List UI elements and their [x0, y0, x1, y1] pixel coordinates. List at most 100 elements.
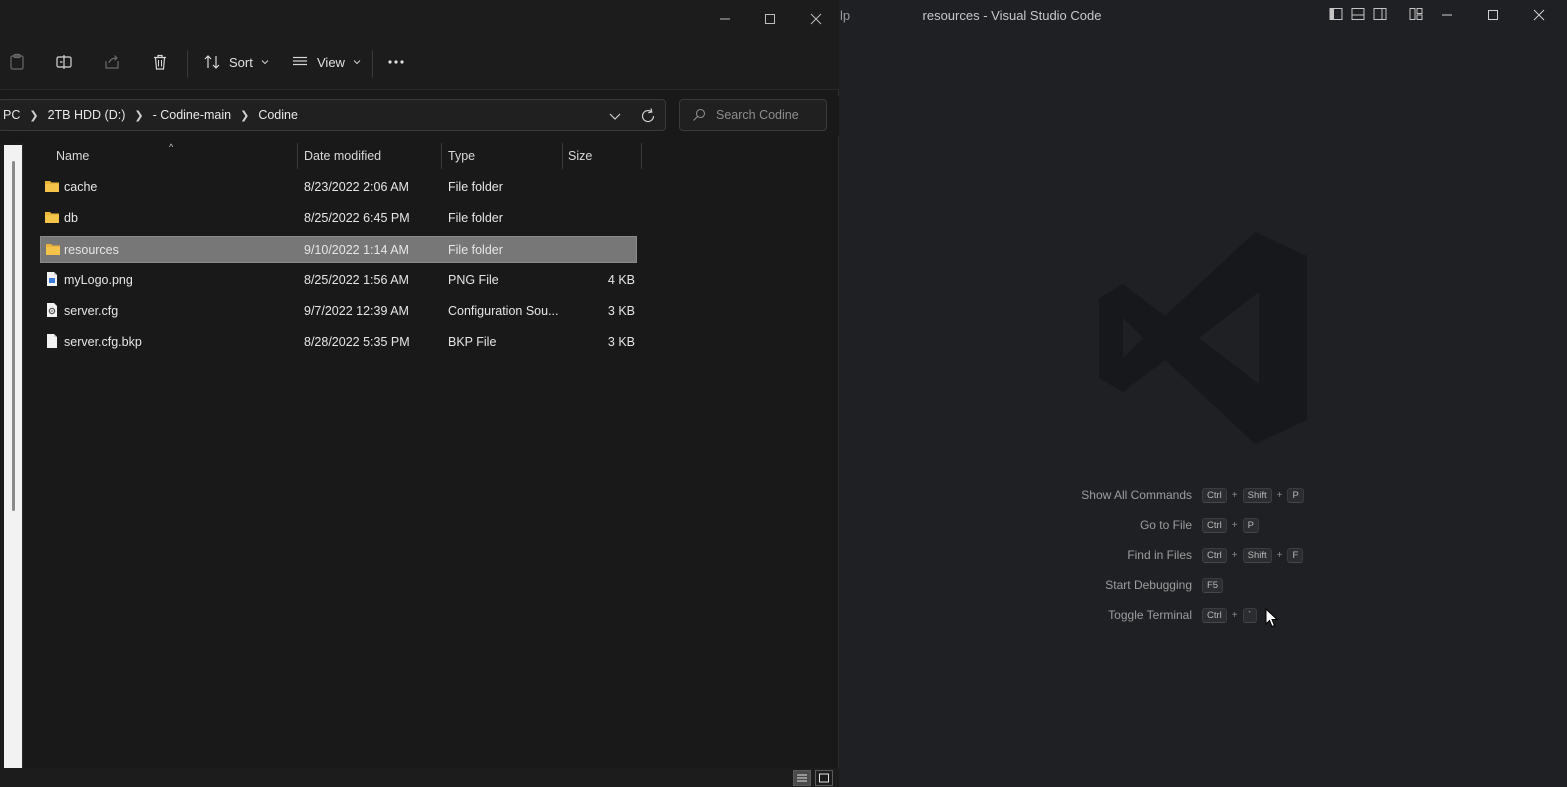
search-input[interactable]	[716, 108, 816, 122]
explorer-minimize-button[interactable]	[705, 6, 745, 32]
breadcrumb-drive[interactable]: 2TB HDD (D:)	[48, 108, 126, 122]
column-header-date[interactable]: Date modified	[304, 149, 381, 163]
file-type: File folder	[448, 211, 503, 225]
sort-ascending-icon: ^	[169, 142, 174, 152]
see-more-button[interactable]	[386, 48, 406, 76]
file-name: server.cfg.bkp	[64, 335, 142, 349]
file-name: db	[64, 211, 78, 225]
vscode-maximize-button[interactable]	[1470, 4, 1516, 26]
shortcut-start-debugging[interactable]: Start Debugging F5	[1000, 570, 1420, 600]
key: Ctrl	[1202, 547, 1227, 563]
toggle-primary-sidebar-icon[interactable]	[1328, 6, 1344, 22]
key-plus: +	[1276, 489, 1283, 501]
delete-button[interactable]	[151, 48, 169, 76]
view-list-icon	[293, 56, 307, 66]
file-name: resources	[64, 243, 119, 257]
column-divider[interactable]	[641, 143, 642, 169]
large-icons-view-button[interactable]	[815, 770, 833, 786]
explorer-close-button[interactable]	[796, 6, 836, 32]
toggle-secondary-sidebar-icon[interactable]	[1372, 6, 1388, 22]
image-file-icon	[47, 272, 57, 286]
key: F5	[1202, 577, 1224, 593]
shortcut-label: Go to File	[1139, 518, 1192, 532]
file-row-server-cfg[interactable]: server.cfg 9/7/2022 12:39 AM Configurati…	[40, 298, 637, 325]
rename-button[interactable]	[55, 48, 73, 76]
maximize-icon	[1488, 10, 1498, 20]
column-header-size[interactable]: Size	[568, 149, 592, 163]
breadcrumb-text: PC	[3, 108, 21, 122]
column-header-type[interactable]: Type	[448, 149, 475, 163]
breadcrumb-codine[interactable]: Codine	[258, 108, 298, 122]
toggle-panel-icon[interactable]	[1350, 6, 1366, 22]
breadcrumb-chevron-icon[interactable]: ❯	[240, 109, 249, 122]
view-label: View	[317, 54, 345, 70]
chevron-down-icon	[261, 60, 269, 65]
breadcrumb-text: 2TB HDD (D:)	[47, 108, 126, 122]
large-icons-view-icon	[819, 773, 829, 783]
view-button[interactable]: View	[291, 48, 361, 76]
vscode-menu-help[interactable]: lp	[840, 8, 850, 23]
file-row-cache[interactable]: cache 8/23/2022 2:06 AM File folder	[40, 174, 637, 201]
file-date: 8/25/2022 1:56 AM	[304, 273, 409, 287]
file-type: Configuration Sou...	[448, 304, 559, 318]
paste-icon	[10, 53, 24, 70]
address-bar[interactable]: PC ❯ 2TB HDD (D:) ❯ - Codine-main ❯ Codi…	[0, 99, 666, 131]
shortcut-toggle-terminal[interactable]: Toggle Terminal Ctrl + `	[1000, 600, 1420, 630]
details-view-icon	[797, 774, 807, 782]
address-history-chevron-down-icon[interactable]	[607, 108, 623, 124]
customize-layout-icon[interactable]	[1408, 6, 1424, 22]
file-icon	[47, 334, 57, 348]
shortcut-label: Toggle Terminal	[1108, 608, 1192, 622]
sort-label: Sort	[229, 54, 253, 70]
explorer-maximize-button[interactable]	[750, 6, 790, 32]
address-row: PC ❯ 2TB HDD (D:) ❯ - Codine-main ❯ Codi…	[0, 96, 839, 136]
rename-icon	[56, 55, 72, 69]
shortcut-show-all-commands[interactable]: Show All Commands Ctrl + Shift + P	[1000, 480, 1420, 510]
share-button[interactable]	[103, 48, 121, 76]
sort-button[interactable]: Sort	[203, 48, 269, 76]
share-icon	[105, 55, 119, 69]
shortcut-find-in-files[interactable]: Find in Files Ctrl + Shift + F	[1000, 540, 1420, 570]
explorer-titlebar	[0, 0, 839, 36]
toolbar-separator	[372, 50, 373, 78]
file-type: File folder	[448, 243, 503, 257]
key: F	[1287, 547, 1304, 563]
key-plus: +	[1276, 549, 1283, 561]
paste-button[interactable]	[8, 48, 26, 76]
vscode-close-button[interactable]	[1516, 4, 1562, 26]
vscode-logo-watermark-icon	[1099, 232, 1307, 444]
file-name: cache	[64, 180, 98, 194]
file-date: 9/7/2022 12:39 AM	[304, 304, 409, 318]
file-row-server-cfg-bkp[interactable]: server.cfg.bkp 8/28/2022 5:35 PM BKP Fil…	[40, 329, 637, 356]
minimize-icon	[720, 18, 730, 20]
refresh-icon[interactable]	[639, 107, 657, 125]
breadcrumb-this-pc[interactable]: PC	[3, 108, 20, 122]
file-row-db[interactable]: db 8/25/2022 6:45 PM File folder	[40, 205, 637, 232]
key-plus: +	[1231, 519, 1238, 531]
key: Ctrl	[1202, 517, 1227, 533]
key: P	[1242, 517, 1259, 533]
explorer-status-bar	[0, 768, 839, 787]
breadcrumb-codine-main[interactable]: - Codine-main	[153, 108, 232, 122]
breadcrumb-chevron-icon[interactable]: ❯	[29, 109, 38, 122]
column-divider[interactable]	[297, 143, 298, 169]
vscode-minimize-button[interactable]	[1424, 4, 1470, 26]
details-view-button[interactable]	[793, 770, 811, 786]
column-divider[interactable]	[562, 143, 563, 169]
file-row-mylogo[interactable]: myLogo.png 8/25/2022 1:56 AM PNG File 4 …	[40, 267, 637, 294]
file-row-resources[interactable]: resources 9/10/2022 1:14 AM File folder	[40, 236, 637, 263]
navigation-scrollbar[interactable]	[12, 161, 15, 511]
folder-icon	[45, 181, 59, 192]
file-type: PNG File	[448, 273, 499, 287]
breadcrumb-chevron-icon[interactable]: ❯	[134, 109, 143, 122]
key: Ctrl	[1202, 607, 1227, 623]
shortcut-go-to-file[interactable]: Go to File Ctrl + P	[1000, 510, 1420, 540]
key-plus: +	[1231, 609, 1238, 621]
file-list: ^ Name Date modified Type Size cache 8/2…	[23, 142, 838, 768]
key-plus: +	[1231, 549, 1238, 561]
search-icon	[693, 108, 706, 121]
search-box[interactable]	[679, 99, 827, 131]
column-divider[interactable]	[441, 143, 442, 169]
column-header-name[interactable]: Name	[56, 149, 89, 163]
